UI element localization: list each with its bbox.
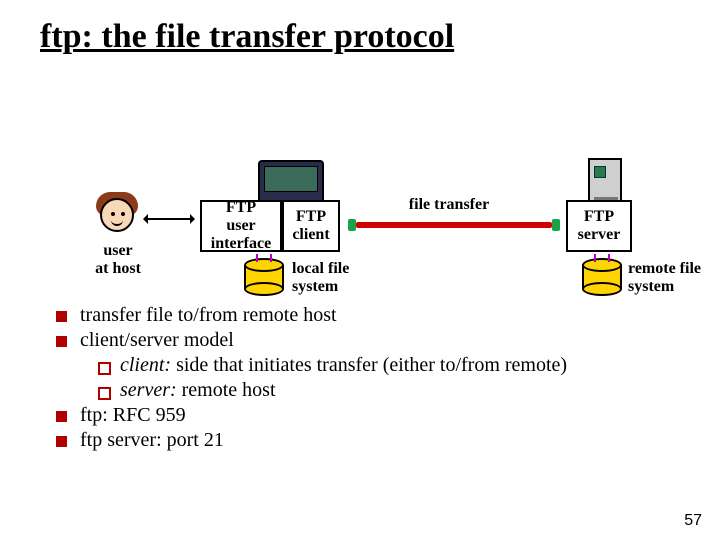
sub-bullet-item: server: remote host <box>98 379 696 402</box>
bullet-item: ftp server: port 21 <box>56 429 696 452</box>
label-file-transfer: file transfer <box>384 196 514 214</box>
sub-bullet-item: client: side that initiates transfer (ei… <box>98 354 696 377</box>
box-ftp-server: FTP server <box>566 200 632 252</box>
bullet-item: client/server model client: side that in… <box>56 329 696 402</box>
client-monitor-icon <box>258 160 324 204</box>
box-ftp-client: FTP client <box>282 200 340 252</box>
page-number: 57 <box>684 512 702 530</box>
ftp-diagram: user at host FTP user interface FTP clie… <box>0 80 720 280</box>
slide-title: ftp: the file transfer protocol <box>40 18 454 56</box>
label-local-fs: local file system <box>292 260 382 295</box>
arrow-user-to-ui <box>146 218 192 220</box>
sub-bullet-em: server: <box>120 379 177 401</box>
bullet-item: ftp: RFC 959 <box>56 404 696 427</box>
sub-bullet-rest: side that initiates transfer (either to/… <box>171 354 567 376</box>
cap-left-icon <box>348 219 356 231</box>
user-icon <box>100 198 140 238</box>
local-disk-icon <box>244 258 284 296</box>
remote-disk-icon <box>582 258 622 296</box>
bullet-content: transfer file to/from remote host client… <box>56 302 696 454</box>
label-user-at-host: user at host <box>78 242 158 277</box>
file-transfer-bar-icon <box>356 222 552 228</box>
sub-bullet-rest: remote host <box>177 379 276 401</box>
box-ftp-ui: FTP user interface <box>200 200 282 252</box>
cap-right-icon <box>552 219 560 231</box>
sub-bullet-em: client: <box>120 354 171 376</box>
bullet-item: transfer file to/from remote host <box>56 304 696 327</box>
label-remote-fs: remote file system <box>628 260 720 295</box>
bullet-text: client/server model <box>80 329 234 351</box>
